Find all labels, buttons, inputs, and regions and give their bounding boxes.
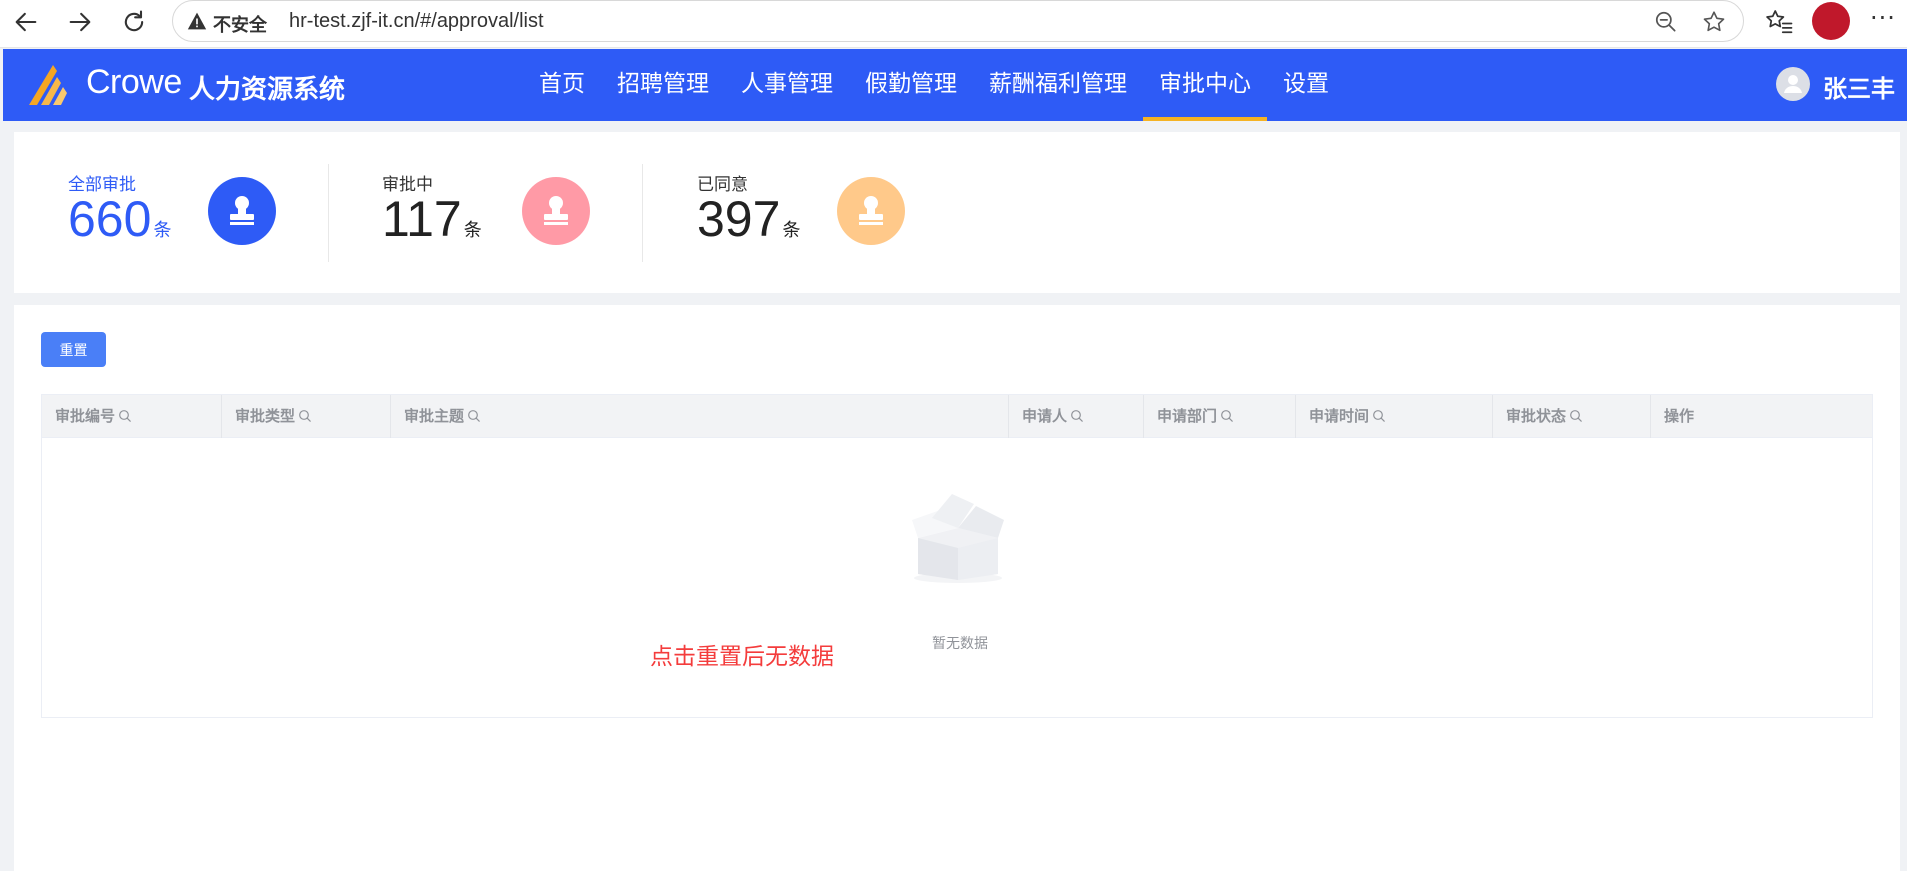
column-label: 申请人 (1022, 407, 1068, 425)
arrow-left-icon (15, 12, 37, 32)
zoom-out-icon[interactable] (1653, 9, 1679, 35)
column-label: 审批主题 (404, 407, 465, 425)
stat-unit: 条 (153, 220, 172, 240)
address-bar[interactable]: 不安全 hr-test.zjf-it.cn/#/approval/list (172, 0, 1744, 42)
reload-button[interactable] (116, 4, 152, 40)
table-header: 审批编号 审批类型 审批主题 申请人 申请部门 申请时间 审批状态 操作 (42, 395, 1872, 438)
search-icon[interactable] (1220, 409, 1234, 423)
stat-value: 397 条 (697, 190, 800, 248)
empty-box-icon (912, 494, 1004, 583)
menu-item-attendance[interactable]: 假勤管理 (849, 49, 973, 121)
column-header-approval-subject[interactable]: 审批主题 (391, 395, 1009, 438)
column-header-status[interactable]: 审批状态 (1493, 395, 1651, 438)
search-icon[interactable] (1569, 409, 1583, 423)
column-header-applicant[interactable]: 申请人 (1009, 395, 1144, 438)
annotation-text: 点击重置后无数据 (650, 644, 834, 670)
security-label: 不安全 (213, 15, 267, 36)
star-icon[interactable] (1701, 9, 1727, 35)
stat-value: 117 条 (382, 190, 482, 248)
user-avatar[interactable] (1776, 67, 1810, 101)
column-header-department[interactable]: 申请部门 (1144, 395, 1296, 438)
user-name[interactable]: 张三丰 (1823, 69, 1895, 104)
stat-number: 117 (382, 191, 462, 247)
reset-button[interactable]: 重置 (41, 332, 106, 367)
column-label: 审批状态 (1506, 407, 1567, 425)
menu-item-payroll[interactable]: 薪酬福利管理 (973, 49, 1143, 121)
menu-item-approval[interactable]: 审批中心 (1143, 49, 1267, 121)
stat-icon-circle (208, 177, 276, 245)
app-header: Crowe 人力资源系统 首页 招聘管理 人事管理 假勤管理 薪酬福利管理 审批… (3, 49, 1907, 121)
column-label: 审批编号 (55, 407, 116, 425)
search-icon[interactable] (1070, 409, 1084, 423)
stamp-icon (544, 196, 568, 225)
search-icon[interactable] (298, 409, 312, 423)
more-menu-icon[interactable]: ··· (1870, 4, 1896, 32)
stat-divider (328, 164, 329, 262)
browser-toolbar: 不安全 hr-test.zjf-it.cn/#/approval/list ··… (0, 0, 1907, 48)
favorites-icon[interactable] (1764, 6, 1794, 36)
warning-icon (187, 12, 207, 30)
stat-divider (642, 164, 643, 262)
main-menu: 首页 招聘管理 人事管理 假勤管理 薪酬福利管理 审批中心 设置 (523, 49, 1345, 121)
search-icon[interactable] (1372, 409, 1386, 423)
stat-unit: 条 (782, 220, 801, 240)
forward-button[interactable] (62, 4, 98, 40)
arrow-right-icon (69, 12, 91, 32)
stamp-icon (859, 196, 883, 225)
column-header-apply-time[interactable]: 申请时间 (1296, 395, 1493, 438)
back-button[interactable] (8, 4, 44, 40)
menu-item-recruitment[interactable]: 招聘管理 (601, 49, 725, 121)
crowe-logo-icon (29, 65, 67, 105)
stats-card: 全部审批 660 条 审批中 117 条 已同意 397 条 (14, 132, 1900, 293)
empty-text: 暂无数据 (932, 636, 988, 652)
column-label: 审批类型 (235, 407, 296, 425)
menu-item-personnel[interactable]: 人事管理 (725, 49, 849, 121)
stat-unit: 条 (463, 220, 482, 240)
system-name: 人力资源系统 (189, 75, 346, 105)
column-label: 操作 (1664, 407, 1695, 425)
stat-value: 660 条 (68, 190, 171, 248)
logo-text: Crowe (86, 63, 182, 101)
approval-list-card: 重置 审批编号 审批类型 审批主题 申请人 申请部门 申请时间 审批状态 操作 … (14, 305, 1900, 871)
stat-icon-circle (837, 177, 905, 245)
menu-item-settings[interactable]: 设置 (1267, 49, 1345, 121)
stat-icon-circle (522, 177, 590, 245)
search-icon[interactable] (467, 409, 481, 423)
column-label: 申请时间 (1309, 407, 1370, 425)
approval-table: 审批编号 审批类型 审批主题 申请人 申请部门 申请时间 审批状态 操作 暂无数… (41, 394, 1873, 718)
reload-icon (124, 10, 144, 32)
column-label: 申请部门 (1157, 407, 1218, 425)
profile-avatar[interactable] (1812, 2, 1850, 40)
column-header-actions: 操作 (1651, 395, 1872, 438)
stat-number: 397 (697, 191, 781, 247)
stat-number: 660 (68, 191, 152, 247)
search-icon[interactable] (118, 409, 132, 423)
column-header-approval-id[interactable]: 审批编号 (42, 395, 222, 438)
user-icon (1784, 75, 1802, 93)
menu-item-home[interactable]: 首页 (523, 49, 601, 121)
url-text[interactable]: hr-test.zjf-it.cn/#/approval/list (289, 10, 544, 33)
column-header-approval-type[interactable]: 审批类型 (222, 395, 391, 438)
stamp-icon (230, 196, 254, 225)
